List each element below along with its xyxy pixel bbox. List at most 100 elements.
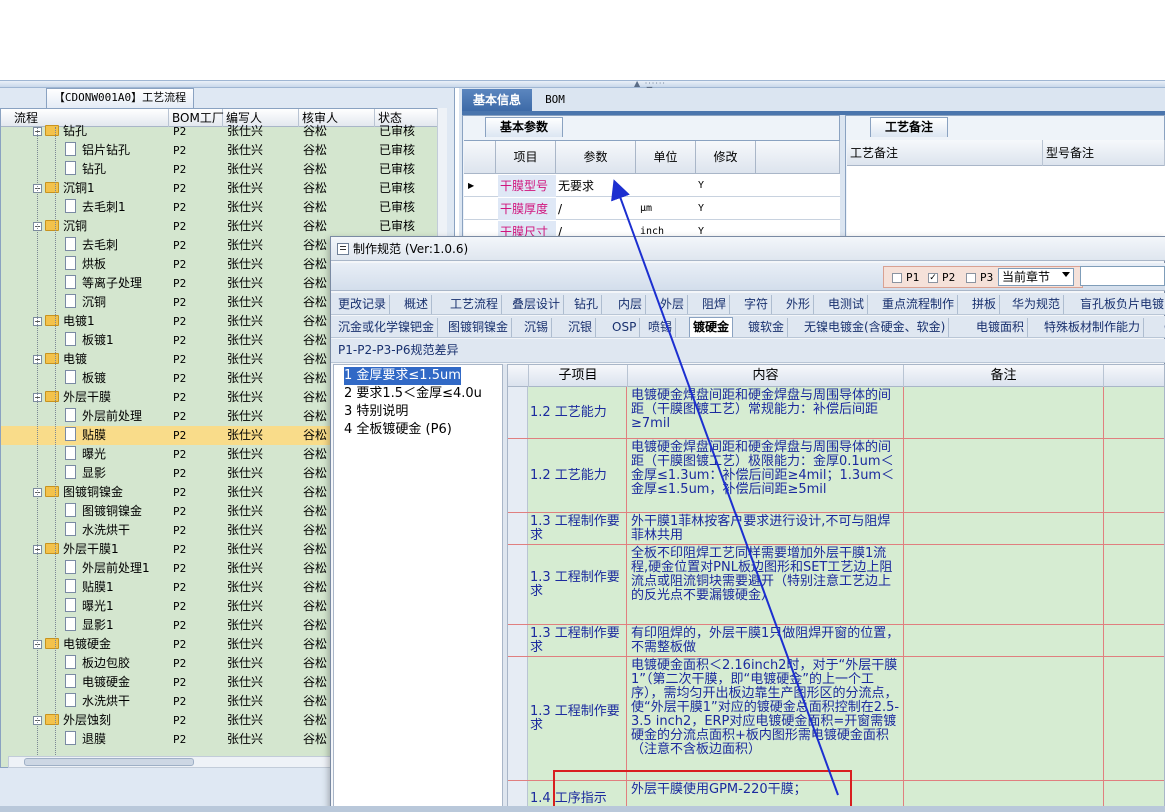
spec-col-subitem[interactable]: 子项目 (529, 365, 628, 387)
chevron-down-icon[interactable] (1062, 272, 1070, 277)
spec-tab[interactable]: 字符 (741, 295, 773, 314)
chapter-select[interactable]: 当前章节 (998, 268, 1074, 286)
spec-tab[interactable]: 外层 (657, 295, 689, 314)
p3-checkbox[interactable] (966, 273, 976, 283)
spec-tab[interactable]: 无镍电镀金(含硬金、软金) (801, 318, 950, 337)
process-row[interactable]: − 钻孔 P2 张仕兴 谷松 已审核 (1, 122, 446, 141)
process-factory: P2 (173, 733, 187, 746)
process-row[interactable]: 去毛刺1 P2 张仕兴 谷松 已审核 (1, 198, 446, 217)
row-indicator[interactable] (508, 513, 528, 544)
outline-item[interactable]: 2 要求1.5＜金厚≤4.0u (344, 385, 482, 403)
remark-col-process[interactable]: 工艺备注 (847, 140, 1043, 166)
spec-tab[interactable]: 特殊板材制作能力 (1041, 318, 1145, 337)
spec-tab[interactable]: 更改记录 (335, 295, 391, 314)
row-indicator[interactable] (508, 657, 528, 780)
spec-remark[interactable] (904, 387, 1104, 438)
spec-tab[interactable]: 外形 (783, 295, 815, 314)
process-reviewer: 谷松 (303, 409, 328, 423)
process-status: 已审核 (379, 124, 416, 138)
process-name-cell: 铝片钻孔 (65, 141, 130, 160)
spec-tab[interactable]: 沉银 (565, 318, 597, 337)
process-editor: 张仕兴 (227, 390, 264, 404)
param-value[interactable]: / (558, 198, 562, 220)
p2-checkbox[interactable]: ✓ (928, 273, 938, 283)
tab-bom[interactable]: BOM (535, 89, 575, 111)
process-editor: 张仕兴 (227, 599, 264, 613)
spec-col-remark[interactable]: 备注 (904, 365, 1104, 387)
spec-row[interactable]: 1.3 工程制作要求 电镀硬金面积＜2.16inch2时，对于“外层干膜1”（第二… (508, 657, 1164, 781)
spec-content: 电镀硬金面积＜2.16inch2时，对于“外层干膜1”（第二次干膜，即“电镀硬金… (628, 657, 904, 780)
spec-row[interactable]: 1.2 工艺能力 电镀硬金焊盘间距和硬金焊盘与周围导体的间距（干膜图镀工艺）常规能… (508, 387, 1164, 439)
process-editor: 张仕兴 (227, 162, 264, 176)
remark-grid-body[interactable] (847, 166, 1165, 238)
param-col-value[interactable]: 参数 (556, 141, 636, 174)
spec-window-titlebar[interactable]: 制作规范 (Ver:1.0.6) (331, 237, 1165, 261)
spec-remark[interactable] (904, 545, 1104, 624)
remark-col-model[interactable]: 型号备注 (1043, 140, 1165, 166)
outline-item[interactable]: 3 特别说明 (344, 403, 408, 421)
splitter-grip-icon[interactable]: ▲ ······ ▼ (630, 80, 670, 94)
process-reviewer: 谷松 (303, 542, 328, 556)
spec-tab[interactable]: 镀软金 (745, 318, 789, 337)
spec-tab[interactable]: 拼板 (969, 295, 1001, 314)
param-row[interactable]: 干膜厚度 / μm Y (464, 198, 840, 220)
tab-basic-info[interactable]: 基本信息 (462, 89, 532, 111)
process-row[interactable]: − 沉铜1 P2 张仕兴 谷松 已审核 (1, 179, 446, 198)
process-row[interactable]: 钻孔 P2 张仕兴 谷松 已审核 (1, 160, 446, 179)
spec-tab[interactable]: 盲孔板负片电镀 (1077, 295, 1165, 314)
spec-remark[interactable] (904, 513, 1104, 544)
row-indicator[interactable] (508, 439, 528, 512)
spec-content: 全板不印阻焊工艺同样需要增加外层干膜1流程,硬金位置对PNL板边图形和SET工艺… (628, 545, 904, 624)
spec-search-input[interactable] (1080, 266, 1165, 286)
row-indicator[interactable] (508, 545, 528, 624)
spec-tab[interactable]: 图镀铜镍金 (445, 318, 513, 337)
splitter-bar[interactable] (0, 80, 1165, 88)
spec-tab[interactable]: 电测试 (825, 295, 869, 314)
process-editor: 张仕兴 (227, 181, 264, 195)
spec-row[interactable]: 1.3 工程制作要求 外干膜1菲林按客户要求进行设计,不可与阻焊菲林共用 (508, 513, 1164, 545)
spec-tab[interactable]: OSP (609, 318, 641, 337)
process-editor: 张仕兴 (227, 219, 264, 233)
spec-remark[interactable] (904, 439, 1104, 512)
spec-col-content[interactable]: 内容 (628, 365, 904, 387)
spec-tab[interactable]: 钻孔 (571, 295, 603, 314)
p1-checkbox[interactable] (892, 273, 902, 283)
spec-tab[interactable]: CAM调号 (1161, 318, 1165, 337)
process-name: 铝片钻孔 (82, 143, 131, 157)
spec-row[interactable]: 1.3 工程制作要求 有印阻焊的，外层干膜1只做阻焊开窗的位置，不需整板做 (508, 625, 1164, 657)
spec-tab[interactable]: 喷锡 (645, 318, 677, 337)
spec-tab[interactable]: 镀硬金 (689, 317, 734, 337)
param-col-edit[interactable]: 修改 (696, 141, 756, 174)
spec-tab[interactable]: 华为规范 (1009, 295, 1065, 314)
process-row[interactable]: − 沉铜 P2 张仕兴 谷松 已审核 (1, 217, 446, 236)
param-col-item[interactable]: 项目 (496, 141, 556, 174)
spec-row[interactable]: 1.2 工艺能力 电镀硬金焊盘间距和硬金焊盘与周围导体的间距（干膜图镀工艺）极限能… (508, 439, 1164, 513)
spec-tab[interactable]: 阻焊 (699, 295, 731, 314)
spec-tab[interactable]: 概述 (401, 295, 433, 314)
tab-spec-diff[interactable]: P1-P2-P3-P6规范差异 (335, 341, 461, 360)
spec-row[interactable]: 1.3 工程制作要求 全板不印阻焊工艺同样需要增加外层干膜1流程,硬金位置对PNL… (508, 545, 1164, 625)
basic-param-tab[interactable]: 基本参数 (485, 117, 563, 137)
spec-tab[interactable]: 沉锡 (521, 318, 553, 337)
spec-tab[interactable]: 叠层设计 (509, 295, 565, 314)
spec-tab[interactable]: 内层 (615, 295, 647, 314)
spec-tab[interactable]: 电镀面积 (973, 318, 1029, 337)
row-indicator[interactable] (508, 625, 528, 656)
spec-remark[interactable] (904, 625, 1104, 656)
spec-tab[interactable]: 重点流程制作 (879, 295, 959, 314)
param-row[interactable]: ▶ 干膜型号 无要求 Y (464, 175, 840, 197)
param-col-unit[interactable]: 单位 (636, 141, 696, 174)
window-icon (337, 243, 349, 255)
outline-item[interactable]: 4 全板镀硬金 (P6) (344, 421, 452, 439)
process-flow-tab[interactable]: 【CDONW001A0】工艺流程 (46, 88, 194, 108)
row-indicator[interactable] (508, 387, 528, 438)
spec-tab[interactable]: 工艺流程 (447, 295, 503, 314)
outline-item[interactable]: 1 金厚要求≤1.5um (344, 367, 461, 385)
spec-remark[interactable] (904, 657, 1104, 780)
process-remark-tab[interactable]: 工艺备注 (870, 117, 948, 137)
process-row[interactable]: 铝片钻孔 P2 张仕兴 谷松 已审核 (1, 141, 446, 160)
document-icon (65, 731, 76, 745)
spec-tab[interactable]: 沉金或化学镍钯金 (335, 318, 439, 337)
param-value[interactable]: 无要求 (558, 175, 594, 197)
process-grid-hscroll-thumb[interactable] (24, 758, 194, 766)
